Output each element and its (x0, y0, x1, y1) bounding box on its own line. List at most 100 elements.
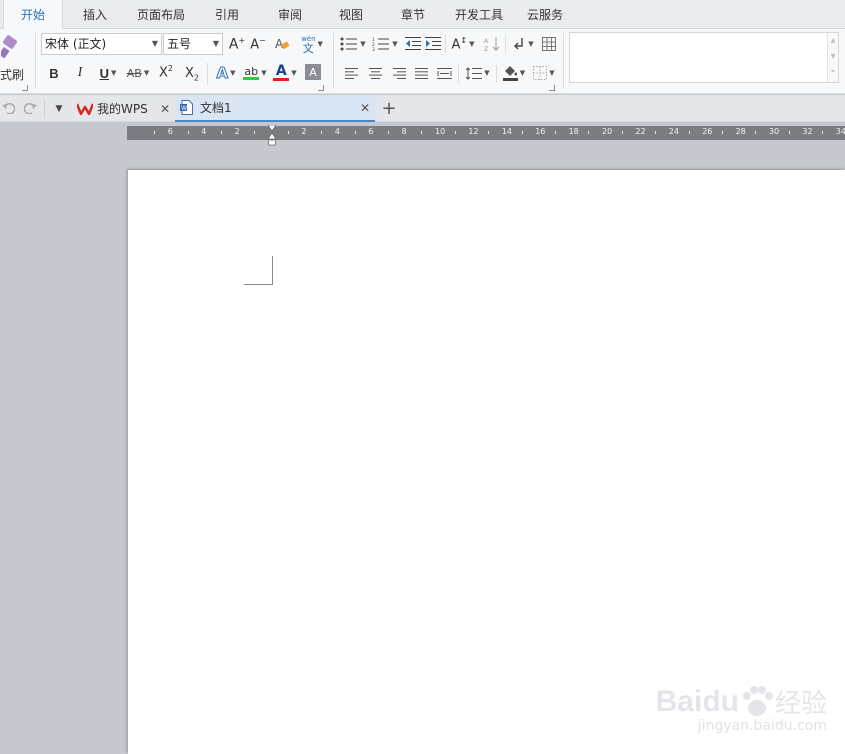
align-right-icon (392, 67, 406, 79)
new-tab-button[interactable]: + (379, 98, 399, 119)
font-color-button[interactable]: A ▼ (271, 62, 299, 84)
ruler-tick (488, 131, 490, 134)
align-left-icon (344, 67, 358, 79)
bold-button[interactable]: B (45, 63, 63, 83)
svg-text:A: A (484, 38, 489, 45)
clear-format-button[interactable]: A (273, 34, 291, 54)
tab-references[interactable]: 引用 (202, 0, 252, 29)
scroll-up-icon[interactable]: ▲ (828, 33, 838, 49)
highlight-button[interactable]: ab ▼ (241, 62, 269, 84)
borders-button[interactable]: ▼ (530, 63, 558, 83)
strikethrough-icon: AB (126, 66, 142, 80)
scroll-down-icon[interactable]: ▼ (828, 49, 838, 65)
indent-marker[interactable] (267, 124, 277, 147)
bullets-button[interactable]: ▼ (338, 34, 368, 54)
gallery-scrollbar[interactable]: ▲ ▼ ⏷ (827, 33, 838, 82)
align-center-button[interactable] (366, 64, 384, 82)
ribbon: 式刷 宋体 (正文) ▼ 五号 ▼ A+ A− A wén 文 ▼ B I U ▼… (0, 29, 845, 94)
phonetic-guide-button[interactable]: wén 文 ▼ (298, 33, 326, 55)
undo-button[interactable] (0, 100, 16, 116)
distribute-button[interactable] (434, 64, 454, 82)
format-painter-button[interactable] (0, 33, 22, 61)
document-page[interactable]: Baidu 经验 jingyan.baidu.com (128, 170, 845, 754)
dialog-launcher-icon[interactable] (318, 85, 324, 91)
italic-button[interactable]: I (71, 63, 89, 83)
ruler-tick (755, 131, 757, 134)
tab-insert[interactable]: 插入 (70, 0, 120, 29)
shrink-font-button[interactable]: A− (249, 35, 267, 53)
eraser-icon: A (275, 37, 290, 51)
watermark-cn: 经验 (774, 689, 827, 719)
ruler-tick (454, 131, 456, 134)
svg-text:W: W (181, 105, 187, 112)
tab-view[interactable]: 视图 (326, 0, 376, 29)
ruler-tick (521, 131, 523, 134)
char-size-button[interactable]: A↕ ▼ (448, 34, 478, 54)
text-effect-icon: A (216, 64, 229, 83)
ruler-number: 18 (568, 127, 579, 136)
close-icon[interactable]: ✕ (160, 102, 170, 116)
redo-icon (23, 103, 37, 114)
redo-button[interactable] (22, 100, 38, 116)
quick-access-menu-button[interactable]: ▼ (50, 100, 68, 117)
ruler-tick (721, 131, 723, 134)
close-icon[interactable]: ✕ (360, 101, 370, 115)
font-name-select[interactable]: 宋体 (正文) ▼ (41, 33, 162, 55)
ruler-tick (688, 131, 690, 134)
grow-font-button[interactable]: A+ (228, 35, 246, 53)
svg-text:3: 3 (372, 47, 375, 51)
tab-page-layout[interactable]: 页面布局 (130, 0, 192, 29)
ruler-number: 8 (401, 127, 407, 136)
sort-button[interactable]: AZ (482, 34, 502, 54)
numbering-button[interactable]: 1 2 3 ▼ (370, 34, 400, 54)
tab-cloud[interactable]: 云服务 (520, 0, 570, 29)
divider (458, 65, 459, 83)
tab-review[interactable]: 审阅 (265, 0, 315, 29)
tab-label: 文档1 (200, 101, 232, 115)
divider (496, 65, 497, 83)
ruler-tick (655, 131, 657, 134)
tab-chapter[interactable]: 章节 (388, 0, 438, 29)
ruler-tick (788, 131, 790, 134)
increase-indent-button[interactable] (424, 34, 442, 54)
font-size-select[interactable]: 五号 ▼ (163, 33, 223, 55)
underline-icon: U (99, 65, 109, 81)
watermark-url: jingyan.baidu.com (697, 718, 827, 734)
line-spacing-icon (466, 66, 483, 80)
tab-my-wps[interactable]: 我的WPS ✕ (72, 95, 174, 122)
ruler-number: 16 (535, 127, 546, 136)
ruler-tick (554, 131, 556, 134)
line-spacing-button[interactable]: ▼ (463, 63, 493, 83)
underline-button[interactable]: U ▼ (94, 63, 122, 83)
text-effect-button[interactable]: A ▼ (212, 63, 240, 83)
shading-button[interactable]: ▼ (499, 62, 529, 84)
strikethrough-button[interactable]: AB ▼ (124, 63, 152, 83)
ruler-number: 28 (735, 127, 746, 136)
char-shading-icon: A (309, 65, 317, 79)
grow-font-icon: A+ (228, 35, 246, 53)
paragraph-marks-button[interactable]: ▼ (509, 34, 537, 54)
margin-corner-marker (272, 256, 273, 285)
styles-gallery[interactable]: ▲ ▼ ⏷ (569, 32, 839, 83)
dialog-launcher-icon[interactable] (22, 85, 28, 91)
align-left-button[interactable] (342, 64, 360, 82)
align-right-button[interactable] (390, 64, 408, 82)
ruler-tick (254, 131, 256, 134)
document-tab-bar: ▼ 我的WPS ✕ W 文档1 ✕ + (0, 95, 845, 122)
tab-home[interactable]: 开始 (3, 0, 63, 30)
gallery-expand-icon[interactable]: ⏷ (828, 65, 838, 79)
ruler-number: 34 (835, 127, 845, 136)
ruler-number: 10 (435, 127, 446, 136)
decrease-indent-button[interactable] (404, 34, 422, 54)
table-button[interactable] (539, 34, 559, 54)
justify-button[interactable] (412, 64, 430, 82)
ruler-tick (287, 131, 289, 134)
superscript-button[interactable]: X2 (156, 62, 176, 82)
tab-document1[interactable]: W 文档1 ✕ (175, 95, 375, 122)
ruler-tick (621, 131, 623, 134)
subscript-button[interactable]: X2 (182, 64, 202, 84)
dialog-launcher-icon[interactable] (549, 85, 555, 91)
tab-developer[interactable]: 开发工具 (449, 0, 509, 29)
divider (505, 35, 506, 53)
char-shading-button[interactable]: A (305, 64, 321, 80)
